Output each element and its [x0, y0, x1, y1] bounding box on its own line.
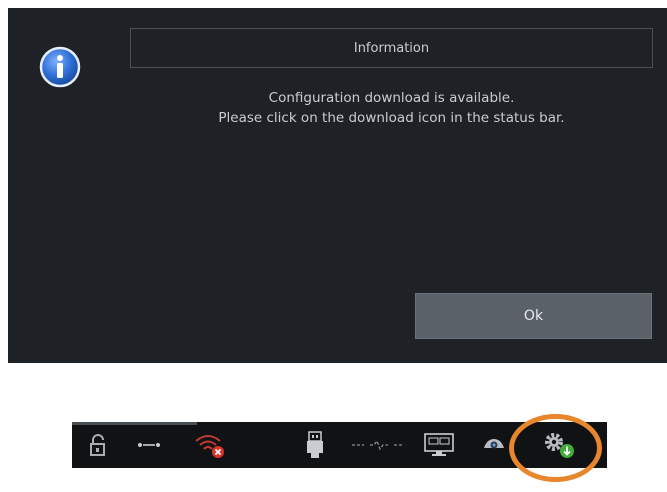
- dialog-message: Configuration download is available. Ple…: [130, 88, 653, 128]
- eye-cloud-icon[interactable]: [480, 422, 508, 468]
- dialog-title: Information: [130, 28, 653, 68]
- wifi-error-icon[interactable]: [190, 422, 230, 468]
- information-dialog: Information Configuration download is av…: [8, 8, 667, 363]
- message-line-1: Configuration download is available.: [268, 90, 515, 106]
- config-download-icon[interactable]: [540, 422, 580, 468]
- usb-icon[interactable]: [304, 422, 326, 468]
- status-bar: [72, 422, 607, 468]
- ok-button[interactable]: Ok: [415, 293, 652, 339]
- info-icon: [38, 45, 82, 89]
- display-icon[interactable]: [422, 422, 456, 468]
- lock-open-icon[interactable]: [86, 422, 112, 468]
- network-dots-icon[interactable]: [136, 422, 162, 468]
- network-disconnected-icon[interactable]: [348, 422, 408, 468]
- message-line-2: Please click on the download icon in the…: [218, 110, 565, 126]
